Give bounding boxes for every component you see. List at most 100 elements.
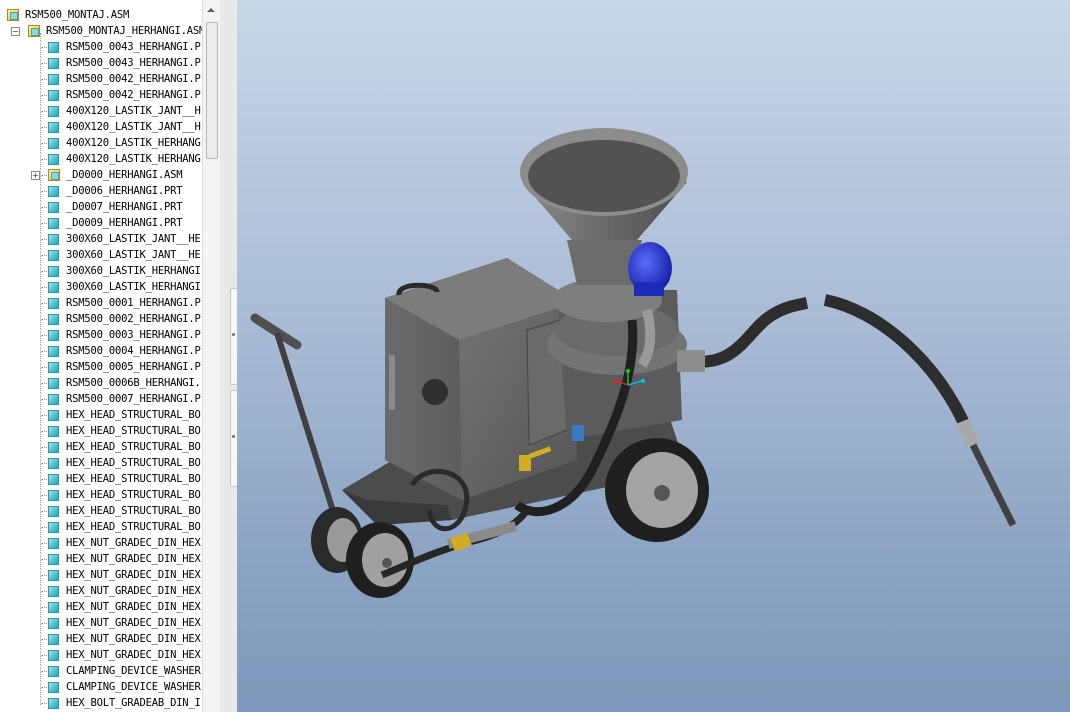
tree-item-label: HEX_NUT_GRADEC_DIN_HEX (66, 601, 201, 613)
tree-item-assembly[interactable]: RSM500_MONTAJ.ASM (0, 7, 202, 23)
tree-item-part[interactable]: _D0009_HERHANGI.PRT (0, 215, 202, 231)
tree-item-part[interactable]: RSM500_0007_HERHANGI.P (0, 391, 202, 407)
tree-item-label: 300X60_LASTIK_JANT__HE (66, 249, 201, 261)
blue-motor (628, 242, 672, 296)
triangle-up-icon[interactable] (205, 4, 217, 16)
tree-item-assembly[interactable]: − RSM500_MONTAJ_HERHANGI.ASM (0, 23, 202, 39)
part-icon (48, 74, 59, 85)
part-icon (48, 474, 59, 485)
tree-item-part[interactable]: 300X60_LASTIK_JANT__HE (0, 231, 202, 247)
tree-item-part[interactable]: HEX_HEAD_STRUCTURAL_BO (0, 471, 202, 487)
tree-item-part[interactable]: HEX_NUT_GRADEC_DIN_HEX (0, 631, 202, 647)
main-housing (385, 258, 577, 500)
tree-item-part[interactable]: HEX_NUT_GRADEC_DIN_HEX (0, 551, 202, 567)
tree-item-part[interactable]: HEX_NUT_GRADEC_DIN_HEX (0, 567, 202, 583)
collapse-icon[interactable]: − (11, 27, 20, 36)
tree-item-label: HEX_HEAD_STRUCTURAL_BO (66, 425, 201, 437)
tree-item-label: CLAMPING_DEVICE_WASHER (66, 681, 201, 693)
tree-item-label: HEX_NUT_GRADEC_DIN_HEX (66, 553, 201, 565)
part-icon (48, 378, 59, 389)
part-icon (48, 298, 59, 309)
part-icon (48, 682, 59, 693)
part-icon (48, 522, 59, 533)
tree-item-part[interactable]: HEX_HEAD_STRUCTURAL_BO (0, 503, 202, 519)
tree-item-part[interactable]: 400X120_LASTIK_HERHANG (0, 151, 202, 167)
tree-item-part[interactable]: CLAMPING_DEVICE_WASHER (0, 663, 202, 679)
tree-item-label: RSM500_0006B_HERHANGI. (66, 377, 201, 389)
assembly-icon (28, 25, 40, 37)
tree-item-part[interactable]: HEX_HEAD_STRUCTURAL_BO (0, 519, 202, 535)
tree-item-part[interactable]: CLAMPING_DEVICE_WASHER (0, 679, 202, 695)
tree-item-part[interactable]: RSM500_0006B_HERHANGI. (0, 375, 202, 391)
scrollbar-thumb[interactable] (206, 22, 218, 159)
tree-item-part[interactable]: RSM500_0004_HERHANGI.P (0, 343, 202, 359)
tree-item-label: HEX_NUT_GRADEC_DIN_HEX (66, 569, 201, 581)
tree-item-label: RSM500_0004_HERHANGI.P (66, 345, 201, 357)
tree-item-part[interactable]: RSM500_0042_HERHANGI.P (0, 87, 202, 103)
tree-item-part[interactable]: 400X120_LASTIK_HERHANG (0, 135, 202, 151)
tree-item-label: 300X60_LASTIK_JANT__HE (66, 233, 201, 245)
tree-item-part[interactable]: 400X120_LASTIK_JANT__H (0, 119, 202, 135)
tree-item-part[interactable]: HEX_HEAD_STRUCTURAL_BO (0, 439, 202, 455)
delivery-hose (677, 294, 1017, 527)
part-icon (48, 698, 59, 709)
tree-item-label: HEX_BOLT_GRADEAB_DIN_I (66, 697, 201, 709)
tree-item-part[interactable]: HEX_HEAD_STRUCTURAL_BO (0, 455, 202, 471)
tree-item-label: HEX_HEAD_STRUCTURAL_BO (66, 409, 201, 421)
part-icon (48, 138, 59, 149)
graphics-viewport[interactable] (237, 0, 1070, 712)
tree-item-part[interactable]: RSM500_0042_HERHANGI.P (0, 71, 202, 87)
part-icon (48, 106, 59, 117)
part-icon (48, 490, 59, 501)
part-icon (48, 346, 59, 357)
tree-item-part[interactable]: HEX_NUT_GRADEC_DIN_HEX (0, 599, 202, 615)
tree-item-part[interactable]: RSM500_0005_HERHANGI.P (0, 359, 202, 375)
tree-item-part[interactable]: 300X60_LASTIK_HERHANGI (0, 279, 202, 295)
tree-item-part[interactable]: RSM500_0001_HERHANGI.P (0, 295, 202, 311)
part-icon (48, 122, 59, 133)
tree-item-label: HEX_HEAD_STRUCTURAL_BO (66, 473, 201, 485)
tree-item-part[interactable]: HEX_HEAD_STRUCTURAL_BO (0, 487, 202, 503)
panel-splitter[interactable] (220, 0, 238, 712)
tree-item-part[interactable]: HEX_BOLT_GRADEAB_DIN_I (0, 695, 202, 711)
tree-item-label: RSM500_0043_HERHANGI.P (66, 57, 201, 69)
tree-item-part[interactable]: HEX_NUT_GRADEC_DIN_HEX (0, 583, 202, 599)
tree-item-part[interactable]: 300X60_LASTIK_JANT__HE (0, 247, 202, 263)
tree-scrollbar[interactable] (202, 0, 220, 712)
push-handle (250, 313, 342, 531)
tree-item-part[interactable]: _D0007_HERHANGI.PRT (0, 199, 202, 215)
tree-item-label: _D0009_HERHANGI.PRT (66, 217, 183, 229)
tree-item-label: RSM500_0005_HERHANGI.P (66, 361, 201, 373)
tree-item-part[interactable]: HEX_NUT_GRADEC_DIN_HEX (0, 535, 202, 551)
tree-item-part[interactable]: 300X60_LASTIK_HERHANGI (0, 263, 202, 279)
model-tree[interactable]: RSM500_MONTAJ.ASM − RSM500_MONTAJ_HERHANGI… (0, 0, 202, 712)
tree-item-part[interactable]: RSM500_0003_HERHANGI.P (0, 327, 202, 343)
tree-item-part[interactable]: HEX_NUT_GRADEC_DIN_HEX (0, 647, 202, 663)
tree-item-label: RSM500_0042_HERHANGI.P (66, 89, 201, 101)
part-icon (48, 42, 59, 53)
tree-item-label: 300X60_LASTIK_HERHANGI (66, 265, 201, 277)
tree-item-part[interactable]: HEX_HEAD_STRUCTURAL_BO (0, 407, 202, 423)
part-icon (48, 634, 59, 645)
tree-item-assembly[interactable]: + _D0000_HERHANGI.ASM (0, 167, 202, 183)
tree-item-label: _D0007_HERHANGI.PRT (66, 201, 183, 213)
front-wheel (346, 522, 414, 598)
tree-item-part[interactable]: HEX_NUT_GRADEC_DIN_HEX (0, 615, 202, 631)
tree-item-part[interactable]: RSM500_0043_HERHANGI.P (0, 39, 202, 55)
expand-icon[interactable]: + (31, 171, 40, 180)
tree-item-part[interactable]: 400X120_LASTIK_JANT__H (0, 103, 202, 119)
tree-item-label: HEX_HEAD_STRUCTURAL_BO (66, 489, 201, 501)
part-icon (48, 90, 59, 101)
part-icon (48, 650, 59, 661)
model-tree-panel: RSM500_MONTAJ.ASM − RSM500_MONTAJ_HERHANGI… (0, 0, 221, 712)
assembly-icon (48, 169, 60, 181)
part-icon (48, 266, 59, 277)
tree-item-part[interactable]: HEX_HEAD_STRUCTURAL_BO (0, 423, 202, 439)
tree-item-part[interactable]: RSM500_0043_HERHANGI.P (0, 55, 202, 71)
part-icon (48, 58, 59, 69)
tree-item-part[interactable]: _D0006_HERHANGI.PRT (0, 183, 202, 199)
tree-item-label: _D0006_HERHANGI.PRT (66, 185, 183, 197)
tree-item-label: HEX_NUT_GRADEC_DIN_HEX (66, 537, 201, 549)
tree-item-label: HEX_HEAD_STRUCTURAL_BO (66, 441, 201, 453)
tree-item-part[interactable]: RSM500_0002_HERHANGI.P (0, 311, 202, 327)
